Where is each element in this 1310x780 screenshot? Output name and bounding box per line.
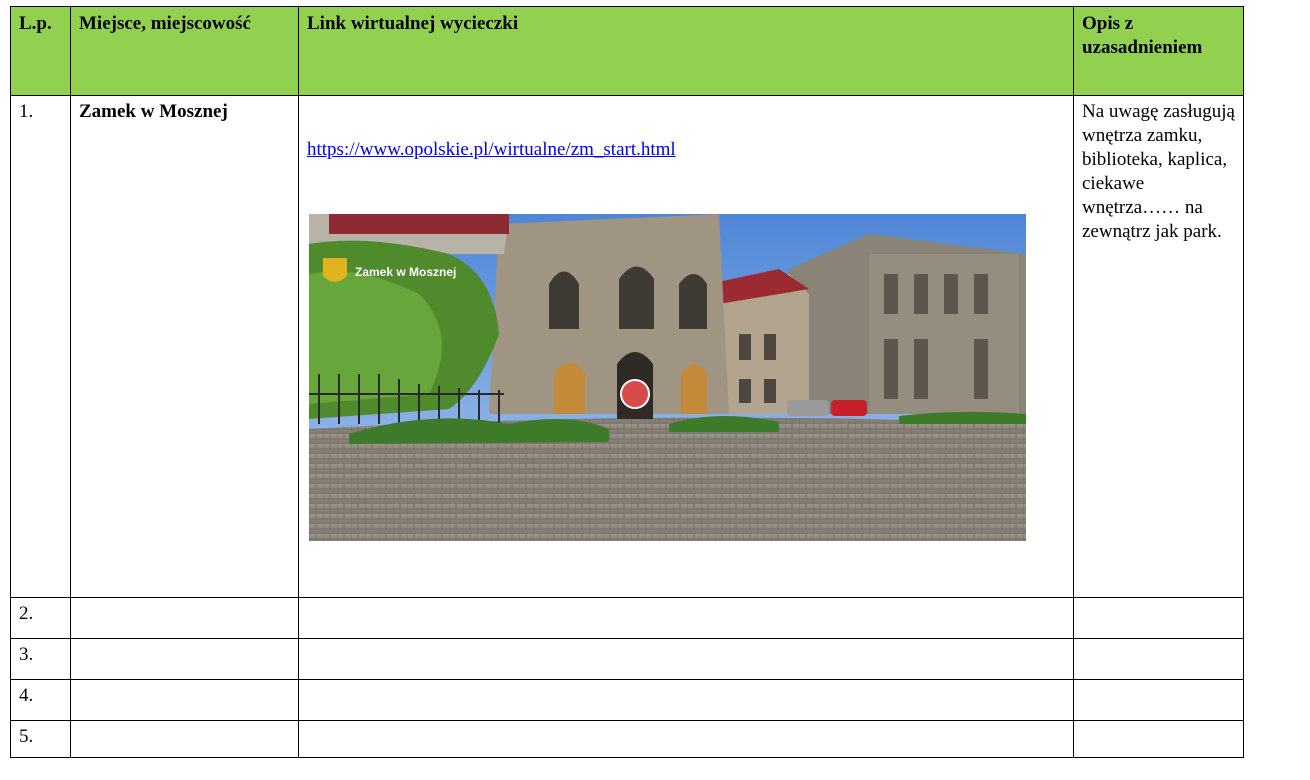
place-name: Zamek w Mosznej (79, 101, 228, 122)
photo-caption: Zamek w Mosznej (355, 265, 456, 279)
place-cell (70, 597, 299, 639)
table-row: 3. (10, 638, 1244, 680)
castle-photo[interactable]: Zamek w Mosznej (309, 214, 1026, 541)
table-row: 1. Zamek w Mosznej https://www.opolskie.… (10, 95, 1244, 598)
row-number: 3. (10, 638, 71, 680)
description-cell (1073, 597, 1244, 639)
description-cell (1073, 720, 1244, 758)
description-cell (1073, 638, 1244, 680)
description-cell (1073, 679, 1244, 721)
table-row: 5. (10, 720, 1244, 758)
link-cell: https://www.opolskie.pl/wirtualne/zm_sta… (298, 95, 1074, 598)
header-description: Opis z uzasadnieniem (1073, 6, 1244, 96)
header-row: L.p. Miejsce, miejscowość Link wirtualne… (10, 6, 1244, 96)
place-cell (70, 720, 299, 758)
description-text: Na uwagę zasługują wnętrza zamku, biblio… (1082, 101, 1235, 242)
header-place: Miejsce, miejscowość (70, 6, 299, 96)
place-cell (70, 679, 299, 721)
row-number: 2. (10, 597, 71, 639)
tour-table: L.p. Miejsce, miejscowość Link wirtualne… (10, 6, 1244, 758)
row-number: 5. (10, 720, 71, 758)
row-number: 4. (10, 679, 71, 721)
link-cell (298, 679, 1074, 721)
table-row: 2. (10, 597, 1244, 639)
place-cell: Zamek w Mosznej (70, 95, 299, 598)
link-cell (298, 638, 1074, 680)
link-cell (298, 597, 1074, 639)
virtual-tour-link[interactable]: https://www.opolskie.pl/wirtualne/zm_sta… (307, 138, 676, 162)
description-cell: Na uwagę zasługują wnętrza zamku, biblio… (1073, 95, 1244, 598)
table-row: 4. (10, 679, 1244, 721)
link-cell (298, 720, 1074, 758)
place-cell (70, 638, 299, 680)
row-number: 1. (10, 95, 71, 598)
header-lp: L.p. (10, 6, 71, 96)
header-link: Link wirtualnej wycieczki (298, 6, 1074, 96)
